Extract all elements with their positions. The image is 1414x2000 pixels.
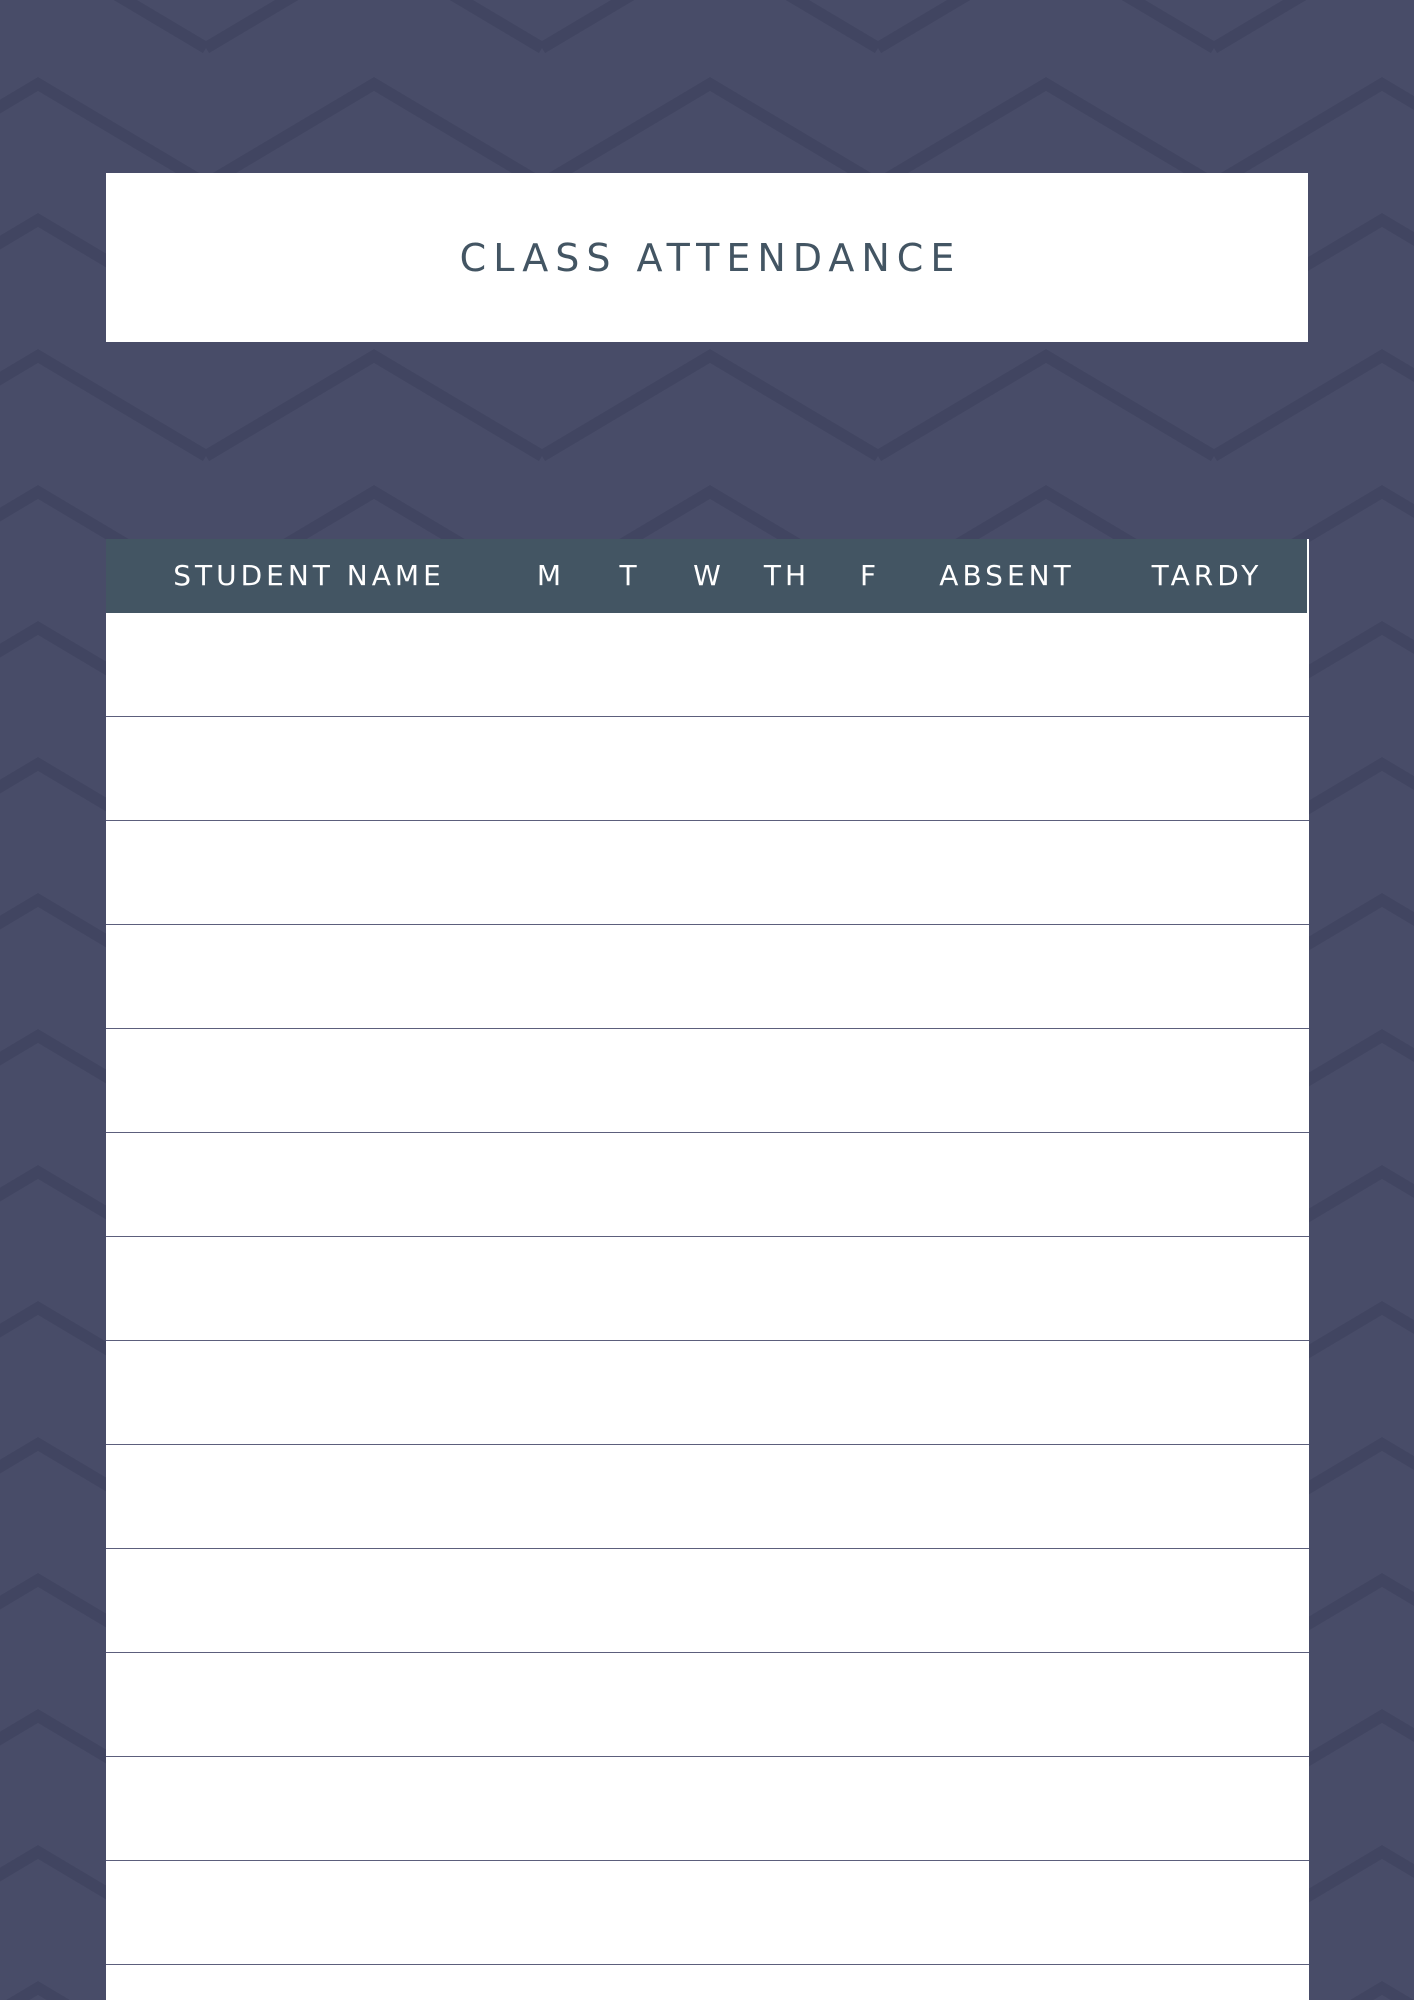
attendance-table: STUDENT NAME M T W TH F ABSENT TARDY [106, 539, 1309, 2000]
column-header-student-name: STUDENT NAME [173, 559, 445, 592]
table-body [106, 613, 1309, 2000]
table-row [106, 1133, 1309, 1237]
table-row [106, 1237, 1309, 1341]
table-row [106, 1029, 1309, 1133]
table-row [106, 613, 1309, 717]
table-row [106, 925, 1309, 1029]
column-header-thursday: TH [763, 559, 811, 592]
table-row [106, 1757, 1309, 1861]
title-card: CLASS ATTENDANCE [106, 173, 1308, 342]
table-row [106, 1965, 1309, 2000]
column-header-monday: M [536, 559, 566, 592]
column-header-absent: ABSENT [939, 559, 1075, 592]
table-row [106, 717, 1309, 821]
column-header-tuesday: T [619, 559, 641, 592]
table-row [106, 1549, 1309, 1653]
table-row [106, 1445, 1309, 1549]
table-header: STUDENT NAME M T W TH F ABSENT TARDY [106, 539, 1307, 613]
table-row [106, 1341, 1309, 1445]
table-row [106, 821, 1309, 925]
column-header-wednesday: W [693, 559, 725, 592]
column-header-friday: F [859, 559, 881, 592]
column-header-tardy: TARDY [1151, 559, 1263, 592]
table-row [106, 1861, 1309, 1965]
table-row [106, 1653, 1309, 1757]
page-title: CLASS ATTENDANCE [459, 235, 962, 280]
